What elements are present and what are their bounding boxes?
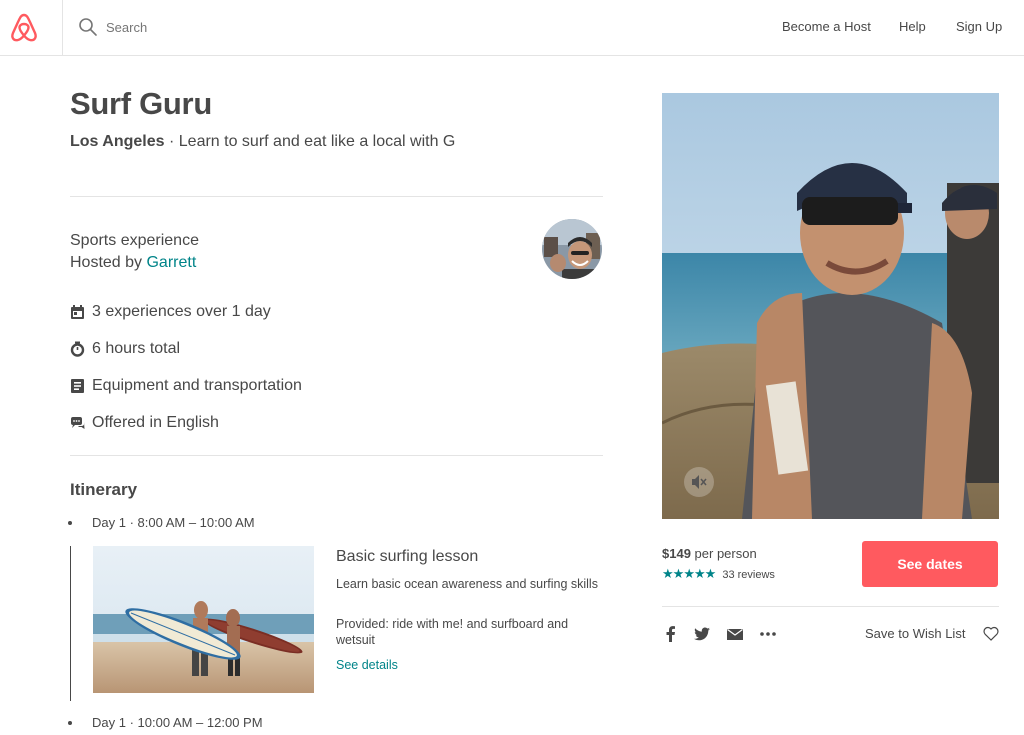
feature-text: Offered in English xyxy=(92,414,219,431)
feature-text: 6 hours total xyxy=(92,340,181,357)
save-to-wishlist-button[interactable]: Save to Wish List xyxy=(865,626,965,641)
search-icon xyxy=(79,18,97,36)
list-icon xyxy=(71,379,84,393)
rating-stars[interactable]: ★★★★★ 33 reviews xyxy=(662,566,775,581)
feature-text: Equipment and transportation xyxy=(92,377,302,394)
lesson-title: Basic surfing lesson xyxy=(336,548,479,565)
itinerary-day-time: Day 1 · 8:00 AM – 10:00 AM xyxy=(92,515,255,530)
speaker-mute-icon xyxy=(692,475,707,489)
hosted-by-label: Hosted by xyxy=(70,254,147,271)
hosted-by: Hosted by Garrett xyxy=(70,252,196,274)
email-icon[interactable] xyxy=(725,624,745,644)
lesson-image[interactable] xyxy=(93,546,314,693)
itinerary-day-time: Day 1 · 10:00 AM – 12:00 PM xyxy=(92,715,263,730)
feature-text: 3 experiences over 1 day xyxy=(92,303,271,320)
top-nav-bar: Become a Host Help Sign Up xyxy=(0,0,1024,56)
more-options-icon[interactable] xyxy=(758,624,778,644)
review-count[interactable]: 33 reviews xyxy=(722,569,775,581)
airbnb-logo-icon[interactable] xyxy=(9,11,39,43)
help-link[interactable]: Help xyxy=(899,19,926,34)
see-details-link[interactable]: See details xyxy=(336,658,398,672)
host-name-link[interactable]: Garrett xyxy=(146,254,196,271)
price-amount: $149 xyxy=(662,546,691,561)
star-icon: ★ xyxy=(704,566,717,581)
section-divider xyxy=(70,196,603,197)
speech-bubble-icon xyxy=(71,417,85,429)
heart-icon[interactable] xyxy=(983,626,999,641)
star-icon: ★ xyxy=(672,566,685,581)
search-input[interactable] xyxy=(106,15,406,39)
star-icon: ★ xyxy=(693,566,706,581)
listing-city: Los Angeles xyxy=(70,133,165,150)
timeline-bullet xyxy=(68,521,72,525)
star-icon: ★ xyxy=(662,566,674,581)
header-divider xyxy=(62,0,63,55)
calendar-icon xyxy=(71,305,84,319)
timeline-line xyxy=(70,546,71,701)
listing-tagline: · Learn to surf and eat like a local wit… xyxy=(164,133,456,150)
lesson-provided: Provided: ride with me! and surfboard an… xyxy=(336,617,569,647)
timeline-bullet xyxy=(68,721,72,725)
host-avatar[interactable] xyxy=(542,219,602,279)
section-divider xyxy=(70,455,603,456)
clock-icon xyxy=(70,341,85,357)
itinerary-heading: Itinerary xyxy=(70,480,138,499)
section-divider xyxy=(662,606,999,607)
price-per-person: $149 per person xyxy=(662,546,757,561)
page-title: Surf Guru xyxy=(70,86,212,121)
see-dates-button[interactable]: See dates xyxy=(862,541,998,587)
price-unit: per person xyxy=(694,546,757,561)
mute-button[interactable] xyxy=(684,467,714,497)
listing-video[interactable] xyxy=(662,93,999,519)
star-icon: ★ xyxy=(683,566,695,581)
facebook-icon[interactable] xyxy=(661,624,681,644)
listing-subtitle: Los Angeles · Learn to surf and eat like… xyxy=(70,131,470,153)
lesson-description: Learn basic ocean awareness and surfing … xyxy=(336,577,598,591)
sign-up-link[interactable]: Sign Up xyxy=(956,19,1002,34)
become-host-link[interactable]: Become a Host xyxy=(782,19,871,34)
experience-type: Sports experience xyxy=(70,232,199,249)
twitter-icon[interactable] xyxy=(692,624,712,644)
